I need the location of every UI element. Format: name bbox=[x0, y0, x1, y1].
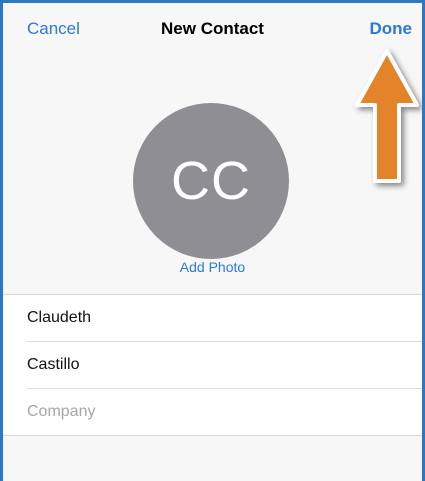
page-title: New Contact bbox=[161, 19, 264, 38]
done-button[interactable]: Done bbox=[370, 19, 413, 39]
last-name-field[interactable]: Castillo bbox=[27, 342, 422, 389]
first-name-field[interactable]: Claudeth bbox=[27, 295, 422, 342]
avatar-initials: CC bbox=[171, 151, 251, 211]
company-field[interactable]: Company bbox=[27, 389, 422, 435]
new-contact-screen: Cancel New Contact Done CC Add Photo Cla… bbox=[0, 0, 425, 481]
add-photo-button[interactable]: Add Photo bbox=[3, 259, 422, 275]
avatar[interactable]: CC bbox=[133, 103, 289, 259]
contact-fields: Claudeth Castillo Company bbox=[3, 294, 422, 436]
up-arrow-icon bbox=[355, 49, 419, 183]
